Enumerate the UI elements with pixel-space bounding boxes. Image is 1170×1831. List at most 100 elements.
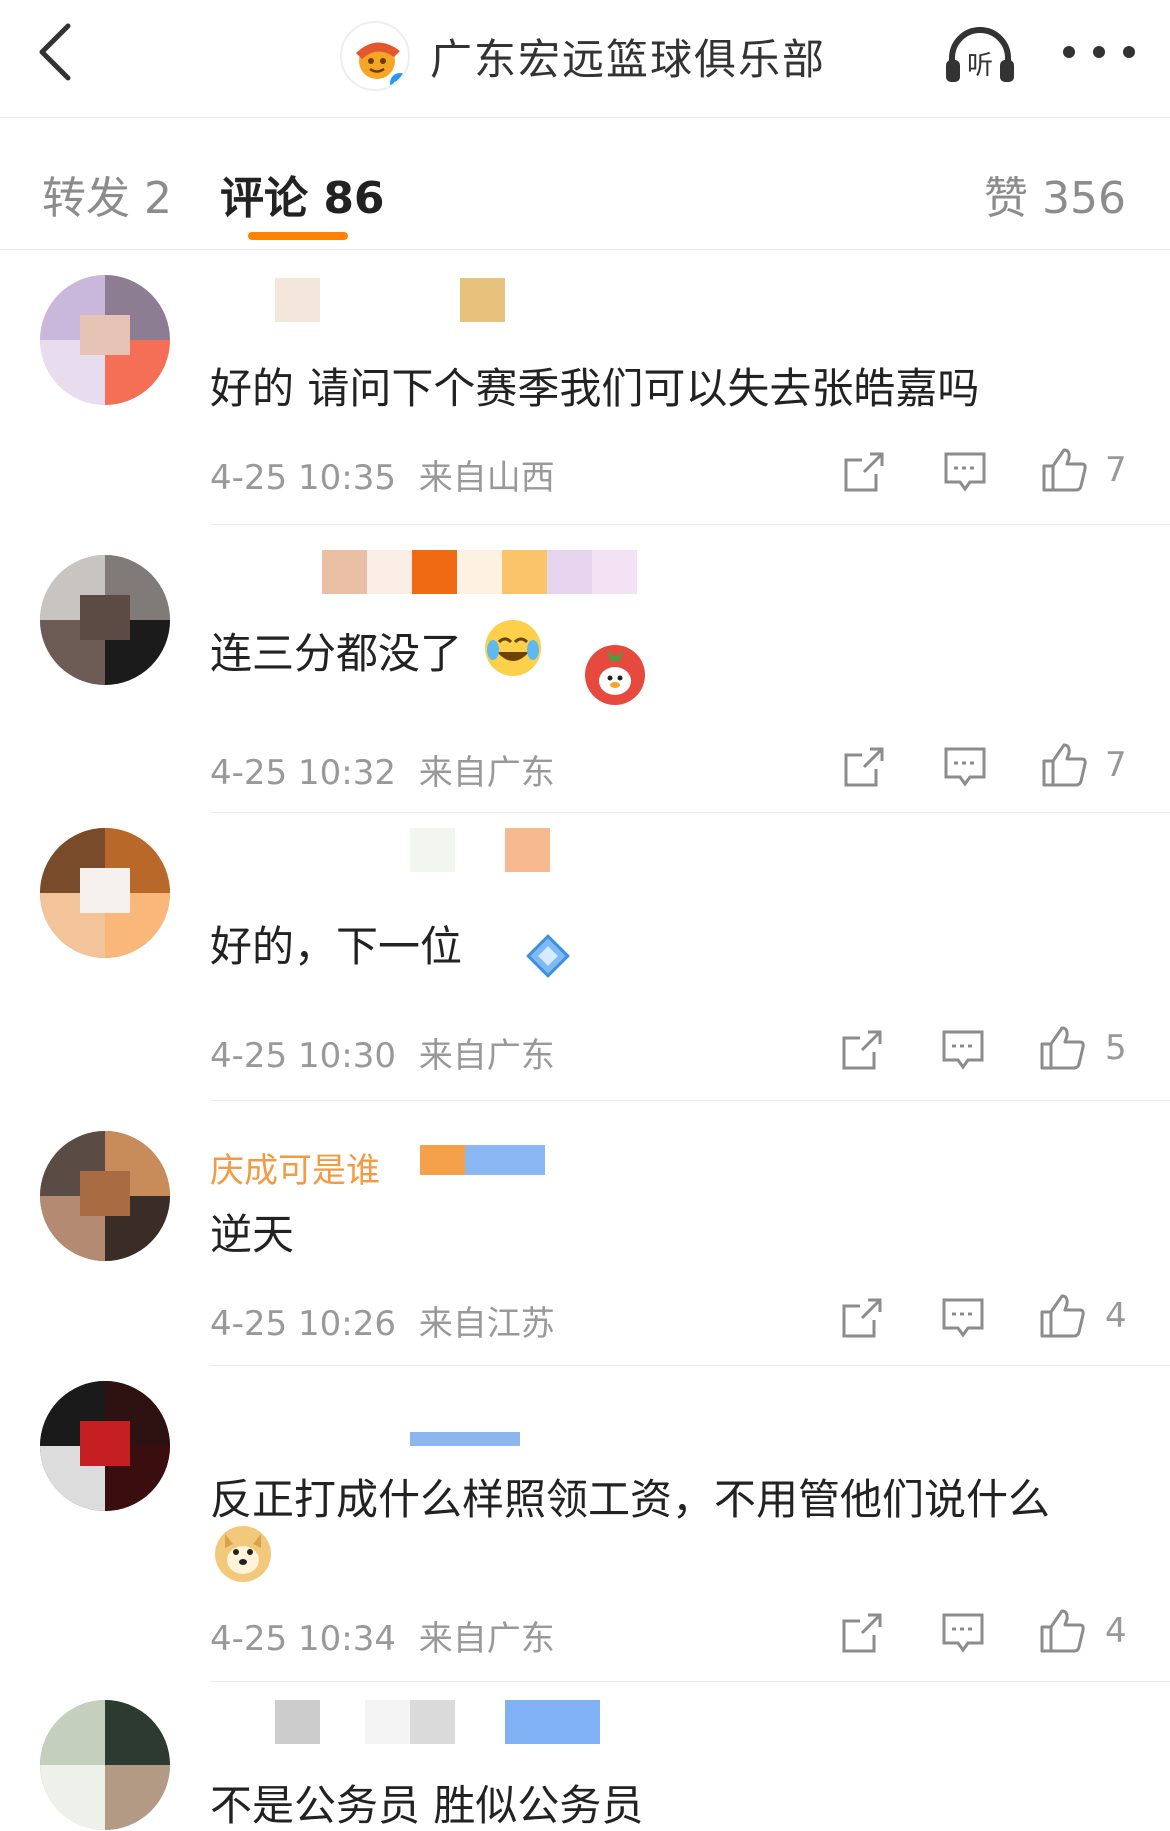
comment-item: 好的，下一位 4-25 10:30 来自广东 5	[0, 813, 1170, 1101]
comment-text: 不是公务员 胜似公务员	[210, 1781, 644, 1830]
like-count: 5	[1105, 1028, 1127, 1068]
tab-like[interactable]: 赞 356	[984, 162, 1126, 226]
comment-item: 好的 请问下个赛季我们可以失去张皓嘉吗 4-25 10:35 来自山西 7	[0, 250, 1170, 525]
comment-location: 来自江苏	[418, 1304, 555, 1344]
reply-button[interactable]	[940, 1611, 986, 1659]
comment-meta: 4-25 10:26 来自江苏	[210, 1296, 555, 1345]
more-dots-icon	[1063, 46, 1135, 58]
repost-button[interactable]	[838, 1611, 884, 1659]
comment-icon	[942, 1613, 984, 1653]
like-count: 7	[1105, 745, 1127, 785]
active-tab-indicator	[248, 232, 348, 240]
username-blurred[interactable]	[210, 828, 630, 874]
comment-time: 4-25 10:30	[210, 1036, 396, 1076]
thumbs-up-icon	[1040, 1294, 1085, 1338]
thumbs-up-icon	[1040, 1026, 1085, 1070]
thumbs-up-icon	[1040, 1609, 1085, 1653]
more-options-button[interactable]	[1055, 30, 1145, 74]
verified-badge	[388, 71, 408, 89]
username-text: 庆成可是谁	[210, 1151, 380, 1187]
repost-icon	[842, 1030, 882, 1070]
repost-icon	[842, 1613, 882, 1653]
tab-comment[interactable]: 评论 86	[220, 162, 385, 226]
comment-icon	[944, 452, 986, 492]
comment-location: 来自广东	[418, 1619, 555, 1659]
comment-location: 来自山西	[418, 458, 555, 498]
diamond-icon	[526, 934, 570, 978]
avatar[interactable]	[40, 1381, 170, 1511]
laughing-crying-icon	[487, 637, 539, 661]
username-blurred[interactable]: 庆成可是谁	[210, 1141, 550, 1187]
reply-button[interactable]	[942, 450, 988, 498]
repost-icon	[842, 1298, 882, 1338]
comment-item: 庆成可是谁 逆天 4-25 10:26 来自江苏 4	[0, 1101, 1170, 1366]
comment-meta: 4-25 10:30 来自广东	[210, 1028, 555, 1077]
comment-location: 来自广东	[418, 753, 555, 793]
username-blurred[interactable]	[210, 550, 650, 596]
doge-icon	[225, 1534, 261, 1574]
comment-text: 好的 请问下个赛季我们可以失去张皓嘉吗	[210, 364, 980, 413]
repost-button[interactable]	[840, 450, 886, 498]
like-count: 4	[1105, 1611, 1127, 1651]
laughing-crying-emoji	[485, 620, 541, 676]
strawberry-duck-icon	[599, 651, 631, 695]
comment-text: 反正打成什么样照领工资，不用管他们说什么	[210, 1475, 1051, 1524]
comment-time: 4-25 10:32	[210, 753, 396, 793]
comment-text: 好的，下一位	[210, 922, 463, 971]
like-count: 4	[1105, 1296, 1127, 1336]
like-count: 7	[1105, 450, 1127, 490]
reply-button[interactable]	[940, 1296, 986, 1344]
chevron-left-icon	[39, 23, 71, 81]
avatar[interactable]	[40, 1131, 170, 1261]
like-button[interactable]	[1038, 1024, 1088, 1076]
comment-text: 逆天	[210, 1210, 295, 1259]
repost-button[interactable]	[840, 745, 886, 793]
repost-icon	[844, 452, 884, 492]
comment-item: 反正打成什么样照领工资，不用管他们说什么 4-25 10:34 来自广东 4	[0, 1366, 1170, 1682]
account-title[interactable]: 广东宏远篮球俱乐部	[340, 18, 826, 94]
thumbs-up-icon	[1042, 743, 1087, 787]
listen-label: 听	[967, 51, 993, 81]
repost-button[interactable]	[838, 1296, 884, 1344]
headphones-icon: 听	[946, 27, 1014, 82]
page-title: 广东宏远篮球俱乐部	[430, 34, 827, 84]
comment-location: 来自广东	[418, 1036, 555, 1076]
top-bar: 广东宏远篮球俱乐部 听	[0, 0, 1170, 118]
avatar[interactable]	[40, 828, 170, 958]
username-blurred[interactable]	[210, 278, 510, 324]
username-blurred[interactable]	[210, 1416, 530, 1462]
comment-meta: 4-25 10:34 来自广东	[210, 1611, 555, 1660]
reply-button[interactable]	[942, 745, 988, 793]
comment-meta: 4-25 10:35 来自山西	[210, 450, 555, 499]
reply-button[interactable]	[940, 1028, 986, 1076]
strawberry-badge	[585, 645, 645, 705]
comment-time: 4-25 10:34	[210, 1619, 396, 1659]
thumbs-up-icon	[1042, 448, 1087, 492]
avatar[interactable]	[40, 275, 170, 405]
like-button[interactable]	[1040, 741, 1090, 793]
comment-time: 4-25 10:26	[210, 1304, 396, 1344]
back-button[interactable]	[28, 18, 98, 88]
like-button[interactable]	[1040, 446, 1090, 498]
comment-icon	[944, 747, 986, 787]
username-blurred[interactable]	[210, 1700, 610, 1746]
comment-item: 不是公务员 胜似公务员	[0, 1682, 1170, 1831]
like-button[interactable]	[1038, 1607, 1088, 1659]
doge-emoji	[215, 1526, 271, 1582]
comment-item: 连三分都没了 4-25 10:32 来自广东 7	[0, 525, 1170, 813]
comment-meta: 4-25 10:32 来自广东	[210, 745, 555, 794]
repost-icon	[844, 747, 884, 787]
comment-time: 4-25 10:35	[210, 458, 396, 498]
comment-icon	[942, 1298, 984, 1338]
avatar[interactable]	[40, 555, 170, 685]
comment-icon	[942, 1030, 984, 1070]
diamond-badge	[520, 928, 576, 984]
comment-tabs: 转发 2 评论 86 赞 356	[0, 118, 1170, 250]
club-logo-avatar	[340, 21, 410, 91]
avatar[interactable]	[40, 1700, 170, 1830]
tab-repost[interactable]: 转发 2	[42, 162, 172, 226]
verified-icon	[390, 73, 408, 89]
like-button[interactable]	[1038, 1292, 1088, 1344]
repost-button[interactable]	[838, 1028, 884, 1076]
listen-button[interactable]: 听	[940, 20, 1020, 88]
